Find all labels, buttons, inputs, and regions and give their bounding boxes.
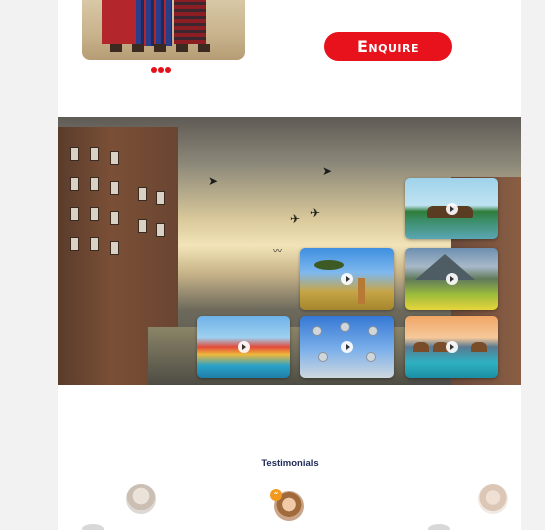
quote-icon: “ [270,489,282,501]
carousel-dot[interactable] [158,67,164,73]
testimonial-avatar[interactable] [126,484,156,514]
play-icon[interactable] [445,273,458,285]
testimonial-avatar[interactable] [82,524,104,530]
play-icon[interactable] [445,341,458,353]
play-icon[interactable] [341,341,353,353]
testimonial-avatar[interactable] [428,524,450,530]
carousel-dot[interactable] [151,67,157,73]
play-icon[interactable] [237,341,250,353]
play-icon[interactable] [445,202,458,215]
carousel-dot[interactable] [165,67,171,73]
bird-icon: ✈ [310,206,321,220]
maasai-photo [82,0,245,60]
bird-icon: 〰 [273,246,283,256]
testimonials-heading: Testimonials [261,458,319,469]
play-icon[interactable] [341,273,353,285]
testimonial-avatar[interactable] [478,484,508,514]
enquire-button[interactable]: Enquire [324,32,452,61]
waterpark-video[interactable] [197,316,290,378]
alpine-valley-video[interactable] [405,248,498,310]
carousel-dots[interactable] [151,67,171,73]
overwater-resort-video[interactable] [405,316,498,378]
bird-icon: ✈ [290,212,301,226]
bird-icon: ➤ [322,164,333,178]
atomium-video[interactable] [300,316,394,378]
bird-icon: ➤ [208,174,219,188]
giraffe-safari-video[interactable] [300,248,394,310]
houseboat-video[interactable] [405,178,498,239]
